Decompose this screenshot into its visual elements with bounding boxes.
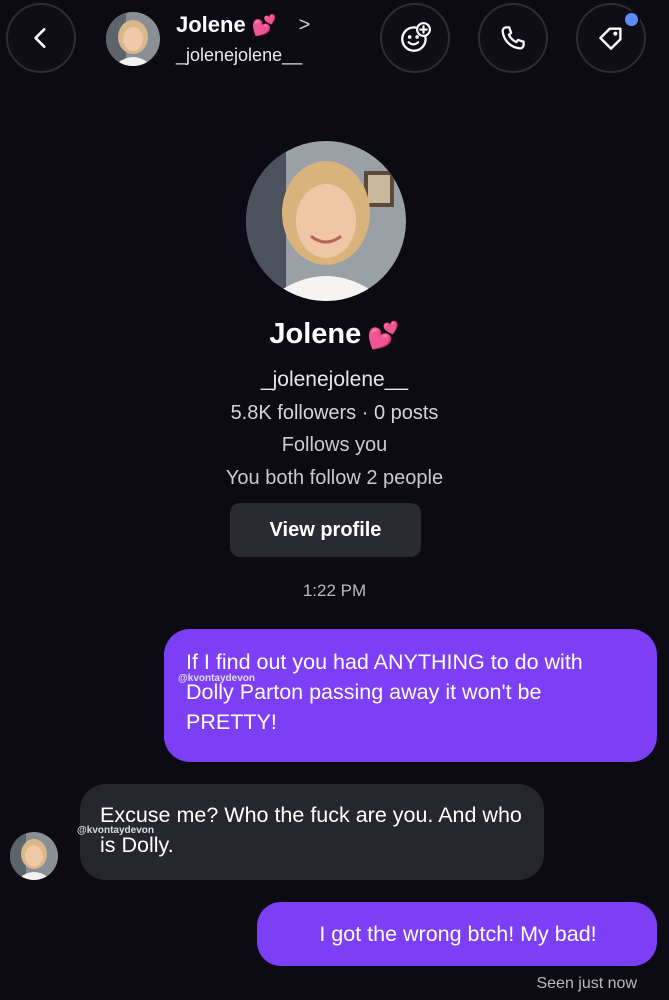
thread-header: Jolene 💕 > _jolenejolene__ xyxy=(0,0,669,80)
mutual-follows-label: You both follow 2 people xyxy=(225,467,444,489)
sent-message[interactable]: If I find out you had ANYTHING to do wit… xyxy=(164,629,657,762)
seen-status: Seen just now xyxy=(536,975,637,992)
header-avatar[interactable] xyxy=(106,12,160,66)
message-text: I got the wrong btch! My bad! xyxy=(319,922,597,946)
chevron-right-icon: > xyxy=(298,13,311,36)
heart-emoji-icon: 💕 xyxy=(251,14,277,37)
header-username: _jolenejolene__ xyxy=(176,45,303,65)
effects-button[interactable] xyxy=(380,3,450,73)
message-text: If I find out you had ANYTHING to do wit… xyxy=(186,650,583,734)
profile-name-text: Jolene xyxy=(269,318,362,350)
message-text: Excuse me? Who the fuck are you. And who… xyxy=(100,803,522,857)
follows-you-label: Follows you xyxy=(281,434,388,456)
sender-avatar[interactable] xyxy=(10,832,58,880)
header-name-row[interactable]: Jolene 💕 > xyxy=(176,12,310,38)
tag-button[interactable] xyxy=(576,3,646,73)
profile-name: Jolene 💕 xyxy=(0,318,669,351)
tag-icon xyxy=(596,23,626,53)
view-profile-button[interactable]: View profile xyxy=(230,503,421,557)
back-button[interactable] xyxy=(6,3,76,73)
profile-username: _jolenejolene__ xyxy=(260,368,409,391)
watermark: @kvontaydevon xyxy=(77,825,154,836)
heart-emoji-icon: 💕 xyxy=(367,319,400,350)
watermark: @kvontaydevon xyxy=(178,673,255,684)
header-name: Jolene xyxy=(176,12,246,37)
phone-icon xyxy=(498,23,528,53)
effects-icon xyxy=(398,21,432,55)
audio-call-button[interactable] xyxy=(478,3,548,73)
notification-dot xyxy=(623,11,640,28)
back-arrow-icon xyxy=(28,25,54,51)
sent-message[interactable]: I got the wrong btch! My bad! xyxy=(257,902,657,966)
profile-stats: 5.8K followers · 0 posts xyxy=(230,402,439,424)
profile-avatar[interactable] xyxy=(246,141,406,301)
message-timestamp: 1:22 PM xyxy=(302,581,367,600)
